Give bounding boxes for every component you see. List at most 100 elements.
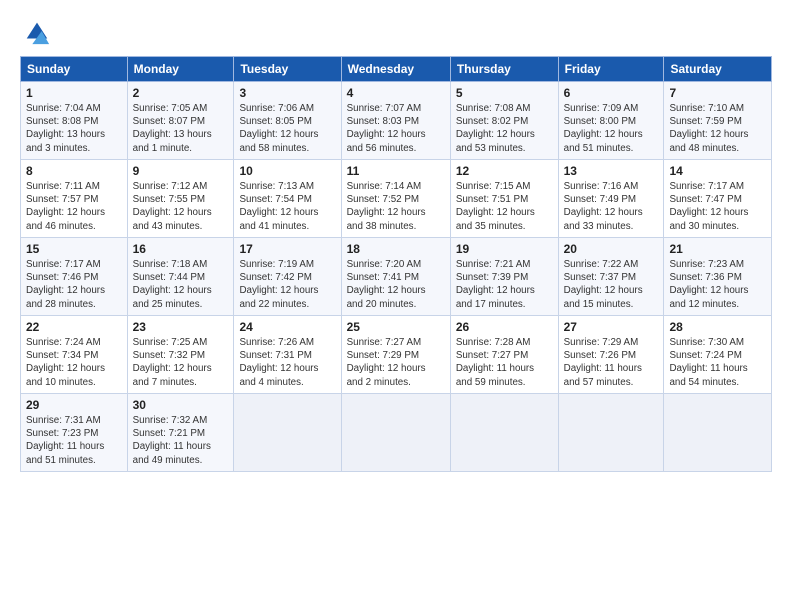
calendar-cell: 8 Sunrise: 7:11 AMSunset: 7:57 PMDayligh…	[21, 160, 128, 238]
day-info: Sunrise: 7:20 AMSunset: 7:41 PMDaylight:…	[347, 258, 445, 311]
day-number: 7	[669, 86, 766, 100]
col-header-tuesday: Tuesday	[234, 57, 341, 82]
day-number: 28	[669, 320, 766, 334]
day-number: 11	[347, 164, 445, 178]
day-info: Sunrise: 7:13 AMSunset: 7:54 PMDaylight:…	[239, 180, 335, 233]
day-info: Sunrise: 7:23 AMSunset: 7:36 PMDaylight:…	[669, 258, 766, 311]
day-number: 14	[669, 164, 766, 178]
day-info: Sunrise: 7:27 AMSunset: 7:29 PMDaylight:…	[347, 336, 445, 389]
calendar-week-row: 1 Sunrise: 7:04 AMSunset: 8:08 PMDayligh…	[21, 82, 772, 160]
day-number: 15	[26, 242, 122, 256]
header	[20, 18, 772, 46]
day-number: 10	[239, 164, 335, 178]
calendar-cell: 11 Sunrise: 7:14 AMSunset: 7:52 PMDaylig…	[341, 160, 450, 238]
day-info: Sunrise: 7:18 AMSunset: 7:44 PMDaylight:…	[133, 258, 229, 311]
calendar-cell: 18 Sunrise: 7:20 AMSunset: 7:41 PMDaylig…	[341, 238, 450, 316]
day-number: 29	[26, 398, 122, 412]
day-info: Sunrise: 7:11 AMSunset: 7:57 PMDaylight:…	[26, 180, 122, 233]
day-info: Sunrise: 7:25 AMSunset: 7:32 PMDaylight:…	[133, 336, 229, 389]
day-number: 23	[133, 320, 229, 334]
calendar-cell	[234, 394, 341, 472]
day-number: 19	[456, 242, 553, 256]
calendar-cell: 12 Sunrise: 7:15 AMSunset: 7:51 PMDaylig…	[450, 160, 558, 238]
day-info: Sunrise: 7:05 AMSunset: 8:07 PMDaylight:…	[133, 102, 229, 155]
day-number: 18	[347, 242, 445, 256]
day-number: 21	[669, 242, 766, 256]
day-number: 9	[133, 164, 229, 178]
calendar-cell: 3 Sunrise: 7:06 AMSunset: 8:05 PMDayligh…	[234, 82, 341, 160]
day-number: 30	[133, 398, 229, 412]
col-header-monday: Monday	[127, 57, 234, 82]
calendar-cell: 15 Sunrise: 7:17 AMSunset: 7:46 PMDaylig…	[21, 238, 128, 316]
day-number: 13	[564, 164, 659, 178]
calendar-cell	[450, 394, 558, 472]
calendar-cell: 29 Sunrise: 7:31 AMSunset: 7:23 PMDaylig…	[21, 394, 128, 472]
calendar-week-row: 22 Sunrise: 7:24 AMSunset: 7:34 PMDaylig…	[21, 316, 772, 394]
day-info: Sunrise: 7:07 AMSunset: 8:03 PMDaylight:…	[347, 102, 445, 155]
calendar-cell: 22 Sunrise: 7:24 AMSunset: 7:34 PMDaylig…	[21, 316, 128, 394]
day-info: Sunrise: 7:15 AMSunset: 7:51 PMDaylight:…	[456, 180, 553, 233]
calendar-cell: 24 Sunrise: 7:26 AMSunset: 7:31 PMDaylig…	[234, 316, 341, 394]
calendar-cell: 5 Sunrise: 7:08 AMSunset: 8:02 PMDayligh…	[450, 82, 558, 160]
day-number: 8	[26, 164, 122, 178]
calendar-cell: 9 Sunrise: 7:12 AMSunset: 7:55 PMDayligh…	[127, 160, 234, 238]
day-info: Sunrise: 7:29 AMSunset: 7:26 PMDaylight:…	[564, 336, 659, 389]
calendar-cell	[664, 394, 772, 472]
calendar-cell: 20 Sunrise: 7:22 AMSunset: 7:37 PMDaylig…	[558, 238, 664, 316]
calendar-header-row: SundayMondayTuesdayWednesdayThursdayFrid…	[21, 57, 772, 82]
logo	[20, 18, 51, 46]
calendar-cell: 28 Sunrise: 7:30 AMSunset: 7:24 PMDaylig…	[664, 316, 772, 394]
day-number: 3	[239, 86, 335, 100]
day-number: 6	[564, 86, 659, 100]
calendar-week-row: 29 Sunrise: 7:31 AMSunset: 7:23 PMDaylig…	[21, 394, 772, 472]
calendar-cell	[341, 394, 450, 472]
calendar-week-row: 8 Sunrise: 7:11 AMSunset: 7:57 PMDayligh…	[21, 160, 772, 238]
calendar-cell: 13 Sunrise: 7:16 AMSunset: 7:49 PMDaylig…	[558, 160, 664, 238]
day-number: 26	[456, 320, 553, 334]
day-info: Sunrise: 7:26 AMSunset: 7:31 PMDaylight:…	[239, 336, 335, 389]
day-info: Sunrise: 7:24 AMSunset: 7:34 PMDaylight:…	[26, 336, 122, 389]
day-info: Sunrise: 7:06 AMSunset: 8:05 PMDaylight:…	[239, 102, 335, 155]
calendar-cell: 1 Sunrise: 7:04 AMSunset: 8:08 PMDayligh…	[21, 82, 128, 160]
day-info: Sunrise: 7:14 AMSunset: 7:52 PMDaylight:…	[347, 180, 445, 233]
calendar-cell	[558, 394, 664, 472]
calendar-body: 1 Sunrise: 7:04 AMSunset: 8:08 PMDayligh…	[21, 82, 772, 472]
calendar-cell: 21 Sunrise: 7:23 AMSunset: 7:36 PMDaylig…	[664, 238, 772, 316]
calendar-cell: 16 Sunrise: 7:18 AMSunset: 7:44 PMDaylig…	[127, 238, 234, 316]
day-info: Sunrise: 7:04 AMSunset: 8:08 PMDaylight:…	[26, 102, 122, 155]
calendar-cell: 14 Sunrise: 7:17 AMSunset: 7:47 PMDaylig…	[664, 160, 772, 238]
day-number: 22	[26, 320, 122, 334]
day-info: Sunrise: 7:17 AMSunset: 7:47 PMDaylight:…	[669, 180, 766, 233]
col-header-saturday: Saturday	[664, 57, 772, 82]
day-number: 4	[347, 86, 445, 100]
calendar-cell: 4 Sunrise: 7:07 AMSunset: 8:03 PMDayligh…	[341, 82, 450, 160]
calendar-cell: 6 Sunrise: 7:09 AMSunset: 8:00 PMDayligh…	[558, 82, 664, 160]
col-header-sunday: Sunday	[21, 57, 128, 82]
day-number: 24	[239, 320, 335, 334]
day-number: 20	[564, 242, 659, 256]
day-number: 16	[133, 242, 229, 256]
day-info: Sunrise: 7:30 AMSunset: 7:24 PMDaylight:…	[669, 336, 766, 389]
logo-icon	[23, 18, 51, 46]
day-info: Sunrise: 7:08 AMSunset: 8:02 PMDaylight:…	[456, 102, 553, 155]
calendar-cell: 30 Sunrise: 7:32 AMSunset: 7:21 PMDaylig…	[127, 394, 234, 472]
day-info: Sunrise: 7:32 AMSunset: 7:21 PMDaylight:…	[133, 414, 229, 467]
calendar-cell: 19 Sunrise: 7:21 AMSunset: 7:39 PMDaylig…	[450, 238, 558, 316]
day-number: 1	[26, 86, 122, 100]
day-info: Sunrise: 7:10 AMSunset: 7:59 PMDaylight:…	[669, 102, 766, 155]
calendar-cell: 25 Sunrise: 7:27 AMSunset: 7:29 PMDaylig…	[341, 316, 450, 394]
col-header-friday: Friday	[558, 57, 664, 82]
day-info: Sunrise: 7:31 AMSunset: 7:23 PMDaylight:…	[26, 414, 122, 467]
day-info: Sunrise: 7:16 AMSunset: 7:49 PMDaylight:…	[564, 180, 659, 233]
day-info: Sunrise: 7:09 AMSunset: 8:00 PMDaylight:…	[564, 102, 659, 155]
calendar-week-row: 15 Sunrise: 7:17 AMSunset: 7:46 PMDaylig…	[21, 238, 772, 316]
calendar-cell: 10 Sunrise: 7:13 AMSunset: 7:54 PMDaylig…	[234, 160, 341, 238]
calendar-table: SundayMondayTuesdayWednesdayThursdayFrid…	[20, 56, 772, 472]
day-info: Sunrise: 7:12 AMSunset: 7:55 PMDaylight:…	[133, 180, 229, 233]
calendar-cell: 2 Sunrise: 7:05 AMSunset: 8:07 PMDayligh…	[127, 82, 234, 160]
day-info: Sunrise: 7:22 AMSunset: 7:37 PMDaylight:…	[564, 258, 659, 311]
calendar-cell: 26 Sunrise: 7:28 AMSunset: 7:27 PMDaylig…	[450, 316, 558, 394]
day-number: 12	[456, 164, 553, 178]
day-info: Sunrise: 7:28 AMSunset: 7:27 PMDaylight:…	[456, 336, 553, 389]
calendar-cell: 7 Sunrise: 7:10 AMSunset: 7:59 PMDayligh…	[664, 82, 772, 160]
